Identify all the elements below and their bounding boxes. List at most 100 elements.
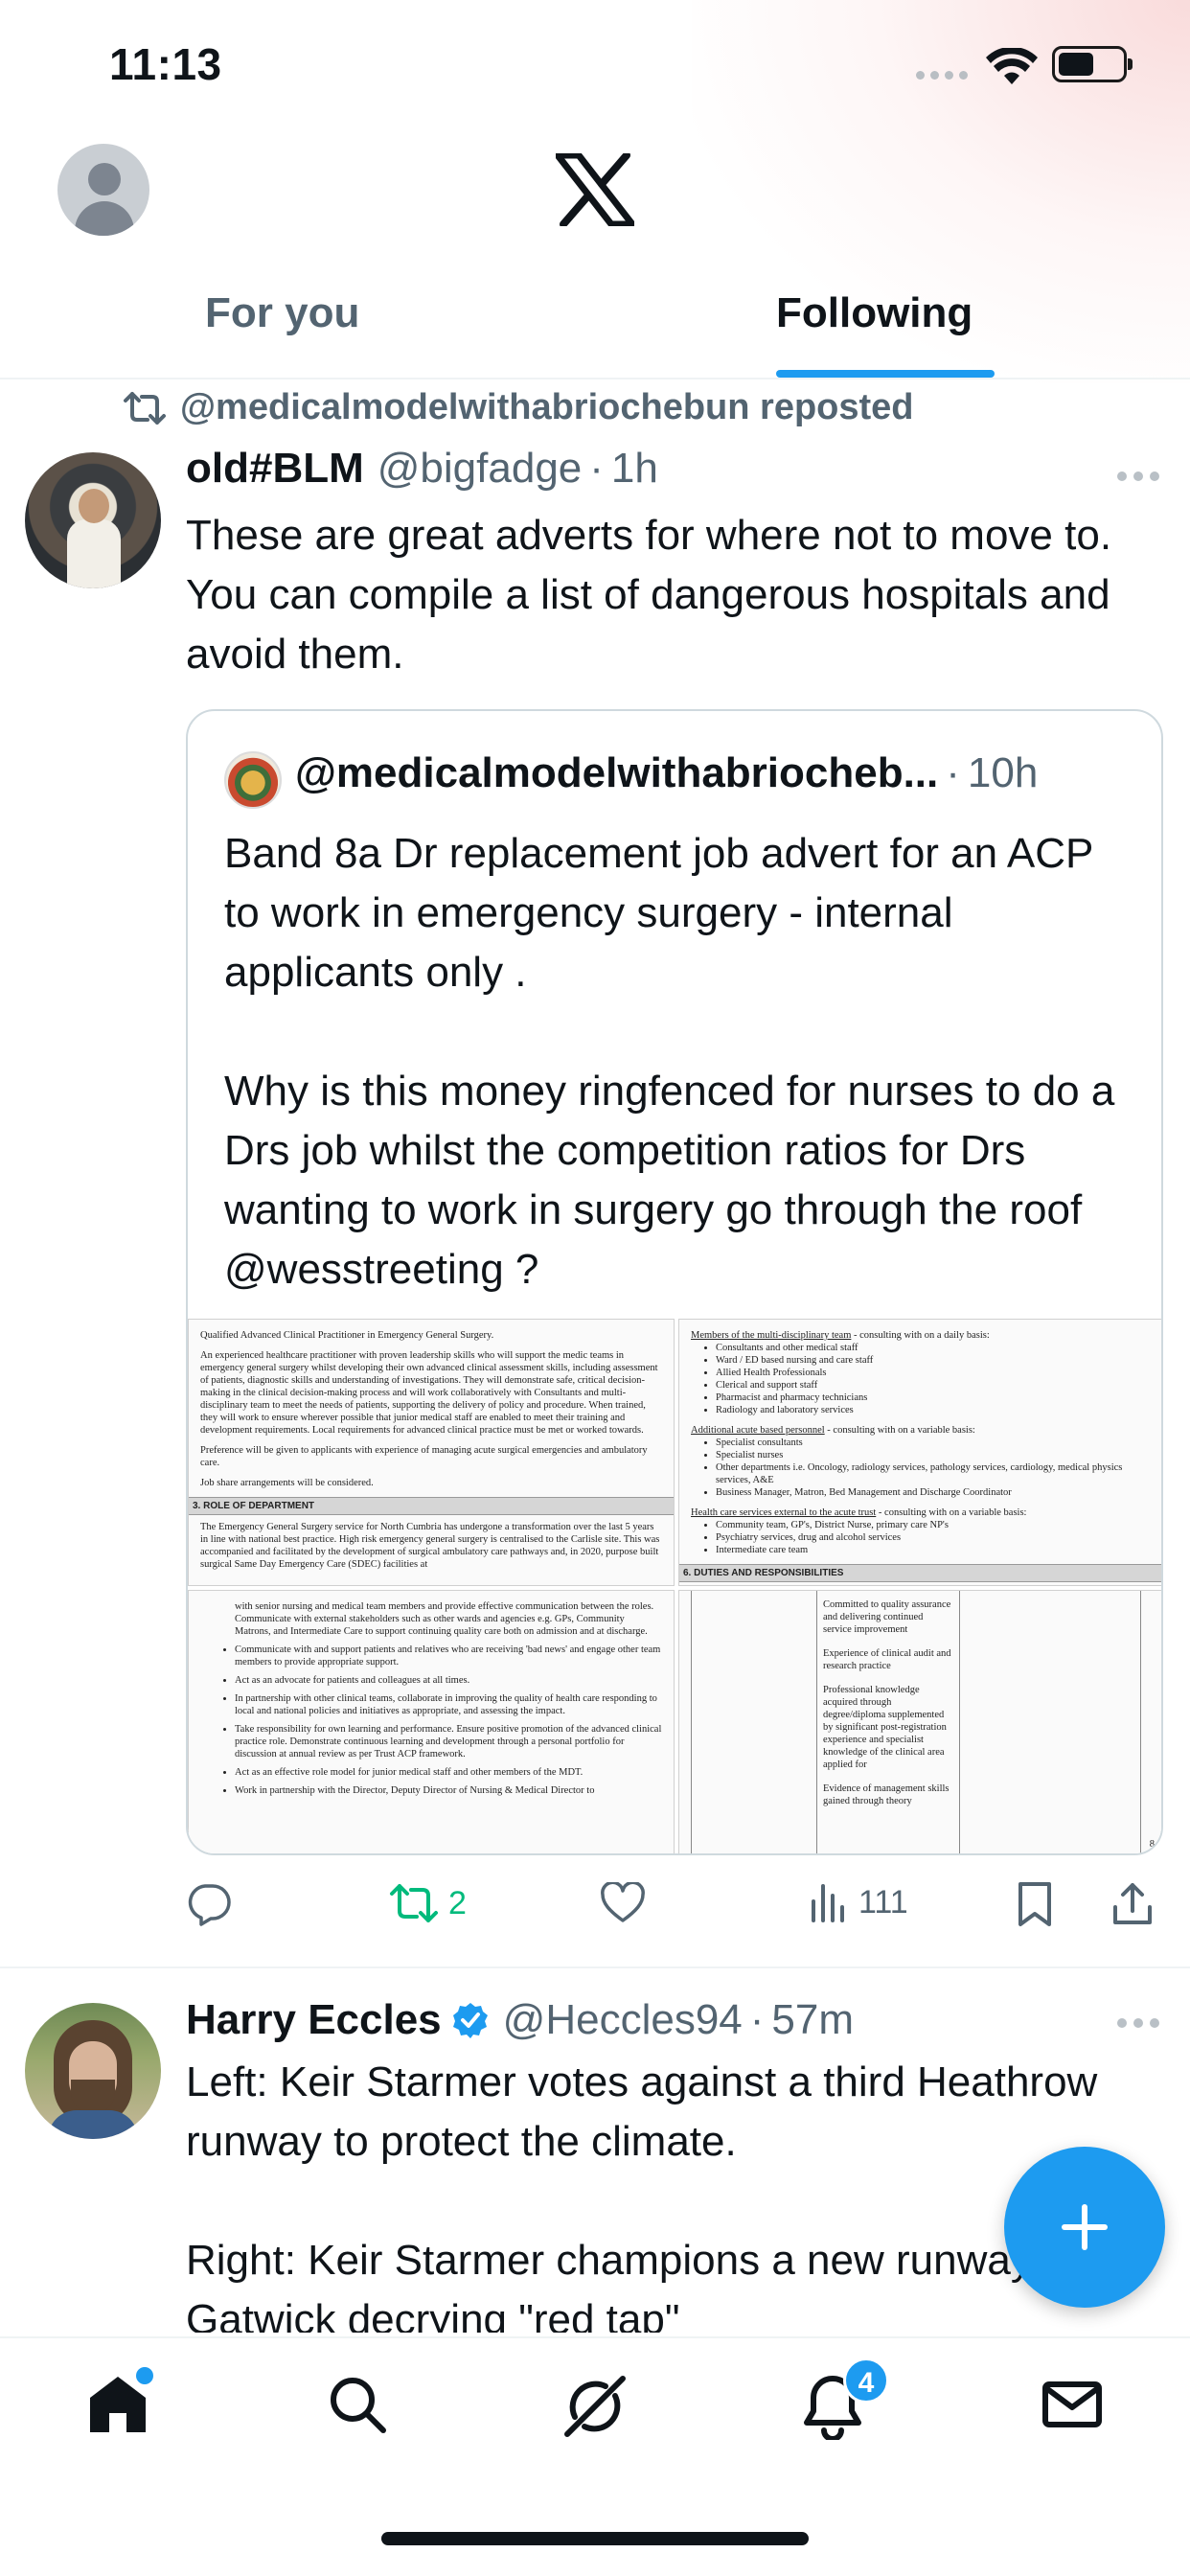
doc-text: Evidence of management skills gained thr… bbox=[823, 1783, 950, 1806]
search-icon bbox=[331, 2378, 386, 2433]
tab-following-indicator bbox=[776, 370, 995, 378]
doc-page-number: 8 bbox=[1149, 1839, 1155, 1850]
doc-text: Committed to quality assurance and deliv… bbox=[823, 1599, 951, 1635]
doc-list-item: Community team, GP's, District Nurse, pr… bbox=[716, 1519, 1153, 1531]
like-button[interactable] bbox=[600, 1882, 655, 1924]
tweet-header: old#BLM @bigfadge · 1h bbox=[186, 445, 658, 493]
repost-context[interactable]: @medicalmodelwithabriochebun reposted bbox=[123, 387, 914, 428]
doc-text: Qualified Advanced Clinical Practitioner… bbox=[200, 1330, 494, 1341]
doc-list-item: Communicate with and support patients an… bbox=[235, 1644, 662, 1668]
quoted-tweet[interactable]: @medicalmodelwithabriocheb... · 10h Band… bbox=[186, 709, 1163, 1855]
more-options-icon[interactable] bbox=[1117, 472, 1159, 481]
author-name[interactable]: old#BLM bbox=[186, 445, 364, 493]
separator-dot: · bbox=[946, 749, 960, 796]
doc-list-item: Ward / ED based nursing and care staff bbox=[716, 1354, 1153, 1367]
views-button[interactable]: 111 bbox=[809, 1882, 908, 1922]
doc-text: The Emergency General Surgery service fo… bbox=[200, 1522, 660, 1570]
doc-list-item: Other departments i.e. Oncology, radiolo… bbox=[716, 1461, 1153, 1486]
doc-list-item: Allied Health Professionals bbox=[716, 1367, 1153, 1379]
author-handle[interactable]: @Heccles94 bbox=[503, 1996, 743, 2044]
tab-following[interactable]: Following bbox=[776, 289, 973, 337]
tweet-text: Left: Keir Starmer votes against a third… bbox=[186, 2058, 1098, 2333]
timeline-tabs: For you Following bbox=[0, 259, 1190, 380]
reply-icon bbox=[188, 1884, 231, 1926]
author-name[interactable]: Harry Eccles bbox=[186, 1996, 442, 2044]
quote-header: @medicalmodelwithabriocheb... · 10h bbox=[295, 749, 1038, 797]
author-avatar[interactable] bbox=[25, 452, 161, 588]
doc-list-item: Consultants and other medical staff bbox=[716, 1342, 1153, 1354]
repost-icon bbox=[390, 1884, 438, 1922]
view-count: 111 bbox=[858, 1883, 908, 1920]
bookmark-button[interactable] bbox=[1016, 1880, 1054, 1928]
doc-list-item: In partnership with other clinical teams… bbox=[235, 1692, 662, 1717]
doc-list-item: Specialist nurses bbox=[716, 1449, 1153, 1461]
x-logo-icon bbox=[556, 153, 634, 226]
doc-subheading: Health care services external to the acu… bbox=[691, 1507, 877, 1518]
doc-list-item: Take responsibility for own learning and… bbox=[235, 1723, 662, 1760]
nav-grok[interactable] bbox=[561, 2373, 629, 2445]
doc-text: - consulting with on a variable basis: bbox=[824, 1425, 975, 1436]
repost-button[interactable]: 2 bbox=[389, 1882, 467, 1924]
battery-icon bbox=[1052, 46, 1133, 82]
status-time: 11:13 bbox=[109, 39, 222, 89]
tweet-time: 57m bbox=[771, 1996, 855, 2043]
doc-table-cell: Committed to quality assurance and deliv… bbox=[816, 1591, 960, 1853]
tweet-text: These are great adverts for where not to… bbox=[186, 512, 1123, 678]
nav-messages[interactable] bbox=[1041, 2373, 1104, 2441]
reply-button[interactable] bbox=[186, 1882, 241, 1926]
quote-time: 10h bbox=[967, 749, 1039, 796]
doc-text: - consulting with on a daily basis: bbox=[851, 1330, 990, 1341]
repost-count: 2 bbox=[448, 1884, 467, 1921]
compose-post-button[interactable] bbox=[1004, 2147, 1165, 2308]
tweet-actions: 2 111 bbox=[186, 1876, 1154, 1934]
author-avatar[interactable] bbox=[25, 2003, 161, 2139]
verified-badge-icon bbox=[452, 2003, 488, 2038]
quote-text: Band 8a Dr replacement job advert for an… bbox=[224, 830, 1115, 1293]
document-image-1[interactable]: Qualified Advanced Clinical Practitioner… bbox=[188, 1319, 675, 1586]
share-button[interactable] bbox=[1111, 1880, 1154, 1926]
heart-icon bbox=[601, 1882, 645, 1922]
quote-author-handle: @medicalmodelwithabriocheb... bbox=[295, 749, 939, 796]
bookmark-icon bbox=[1018, 1882, 1051, 1926]
doc-text: An experienced healthcare practitioner w… bbox=[200, 1350, 658, 1436]
doc-list-item: Act as an effective role model for junio… bbox=[235, 1766, 662, 1779]
doc-subheading: Members of the multi-disciplinary team bbox=[691, 1330, 852, 1341]
doc-text: - consulting with on a variable basis: bbox=[876, 1507, 1027, 1518]
nav-search[interactable] bbox=[326, 2373, 389, 2441]
repost-icon bbox=[124, 391, 166, 425]
doc-list-item: Intermediate care team bbox=[716, 1544, 1153, 1556]
doc-list-item: Clerical and support staff bbox=[716, 1379, 1153, 1392]
notification-count-badge: 4 bbox=[843, 2358, 889, 2404]
doc-list-item: Work in partnership with the Director, D… bbox=[235, 1784, 662, 1797]
document-image-4[interactable]: Committed to quality assurance and deliv… bbox=[678, 1590, 1161, 1853]
home-indicator bbox=[381, 2532, 809, 2545]
author-handle[interactable]: @bigfadge bbox=[378, 445, 583, 493]
quote-author-avatar bbox=[224, 751, 282, 809]
home-unread-dot bbox=[136, 2367, 153, 2384]
wifi-icon bbox=[986, 48, 1038, 84]
tab-for-you[interactable]: For you bbox=[205, 289, 359, 337]
profile-avatar-button[interactable] bbox=[57, 144, 149, 236]
repost-label: @medicalmodelwithabriochebun reposted bbox=[180, 387, 914, 427]
doc-list-item: Psychiatry services, drug and alcohol se… bbox=[716, 1531, 1153, 1544]
doc-text: Job share arrangements will be considere… bbox=[200, 1478, 374, 1488]
tweet-time: 1h bbox=[610, 445, 658, 492]
doc-list-item: Business Manager, Matron, Bed Management… bbox=[716, 1486, 1153, 1499]
grok-icon bbox=[564, 2376, 626, 2437]
more-options-icon[interactable] bbox=[1117, 2018, 1159, 2028]
tweet-header: Harry Eccles @Heccles94 · 57m bbox=[186, 1995, 854, 2044]
tweet-divider bbox=[0, 1966, 1190, 1968]
document-image-2[interactable]: Members of the multi-disciplinary team -… bbox=[678, 1319, 1161, 1586]
doc-list-item: Specialist consultants bbox=[716, 1437, 1153, 1449]
doc-list-item: with senior nursing and medical team mem… bbox=[235, 1601, 654, 1637]
doc-section-heading: 6. DUTIES AND RESPONSIBILITIES bbox=[679, 1564, 1161, 1582]
separator-dot: · bbox=[749, 1996, 765, 2043]
analytics-icon bbox=[812, 1884, 844, 1922]
cellular-signal-icon bbox=[916, 71, 968, 80]
doc-section-heading: 3. ROLE OF DEPARTMENT bbox=[189, 1497, 674, 1515]
doc-list-item: Act as an advocate for patients and coll… bbox=[235, 1674, 662, 1687]
document-image-3[interactable]: with senior nursing and medical team mem… bbox=[188, 1590, 675, 1853]
doc-list-item: Radiology and laboratory services bbox=[716, 1404, 1153, 1416]
doc-table: Committed to quality assurance and deliv… bbox=[691, 1591, 1141, 1853]
quote-media-grid: Qualified Advanced Clinical Practitioner… bbox=[188, 1319, 1161, 1853]
